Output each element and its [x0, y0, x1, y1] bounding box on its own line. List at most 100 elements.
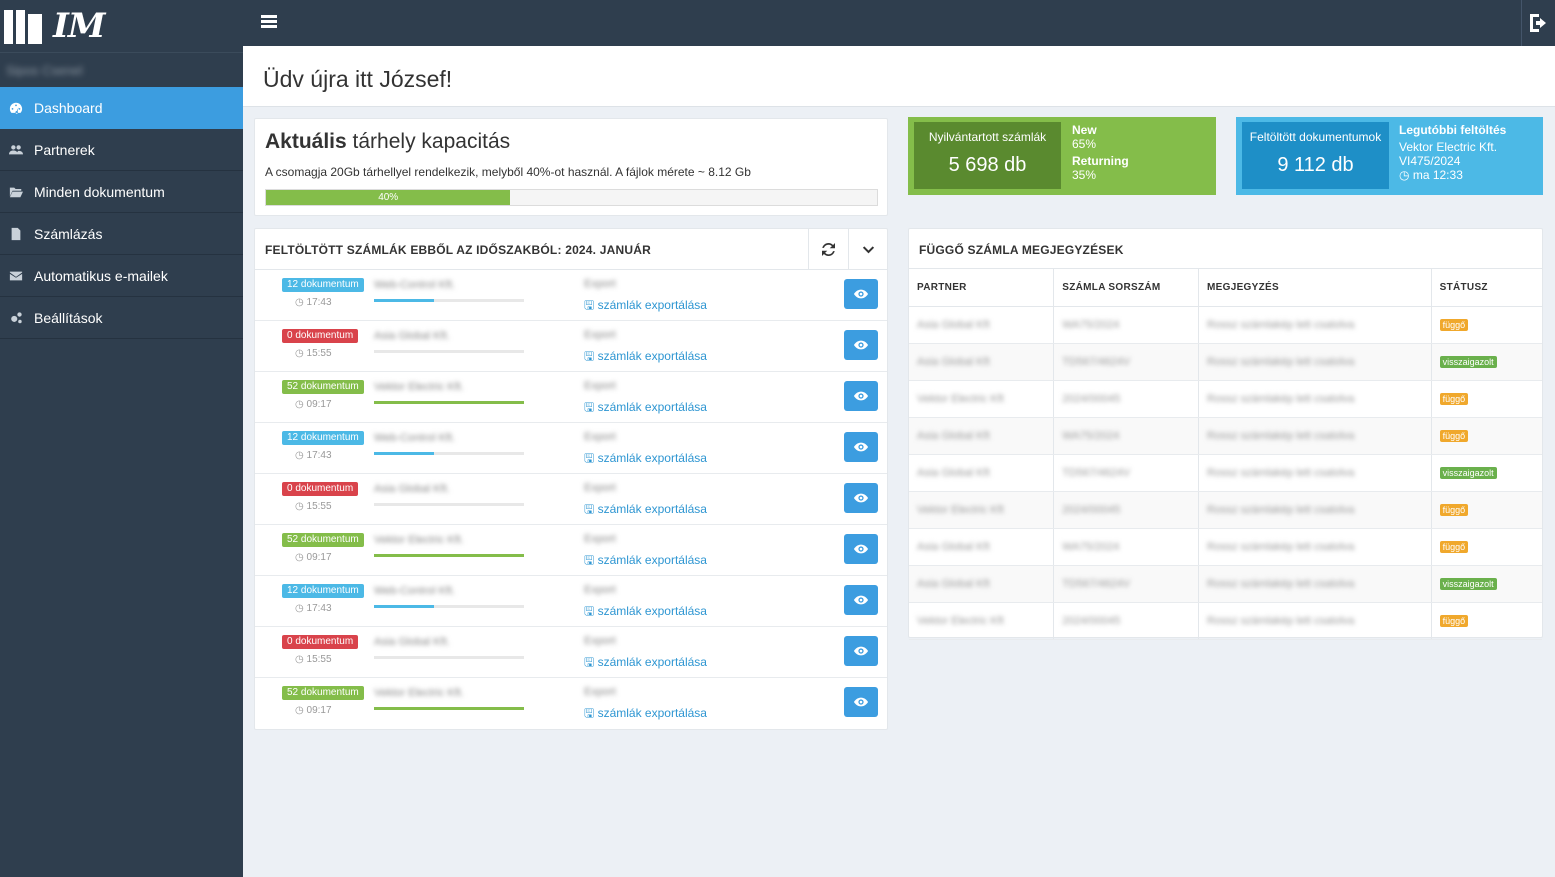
cogs-icon: [9, 311, 23, 324]
export-invoices-link[interactable]: 🖫 számlák exportálása: [584, 500, 707, 521]
sidebar-item-automatikus-e-mailek[interactable]: Automatikus e-mailek: [0, 255, 243, 297]
dashboard-icon: [9, 102, 23, 114]
invoice-number-cell: TD567/4624V: [1062, 355, 1131, 368]
document-count-badge: 52 dokumentum: [282, 380, 364, 394]
view-button[interactable]: [844, 483, 878, 513]
folder-open-icon: [9, 186, 23, 198]
export-invoices-link[interactable]: 🖫 számlák exportálása: [584, 347, 707, 368]
refresh-button[interactable]: [808, 229, 848, 269]
sidebar-item-minden-dokumentum[interactable]: Minden dokumentum: [0, 171, 243, 213]
table-row[interactable]: Vektor Electric Kft 2024/00045 Rossz száml…: [909, 602, 1542, 640]
export-invoices-link[interactable]: 🖫 számlák exportálása: [584, 602, 707, 623]
company-name: Web-Control Kft.: [374, 585, 456, 597]
view-button[interactable]: [844, 687, 878, 717]
status-badge: függő: [1439, 429, 1469, 442]
partner-cell: Asia Global Kft: [917, 429, 990, 442]
storage-title: Aktuális tárhely kapacitás: [265, 130, 511, 153]
sidebar-item-label: Minden dokumentum: [34, 183, 165, 200]
file-text-icon: [9, 227, 23, 240]
latest-upload-time: ma 12:33: [1412, 168, 1463, 182]
collapse-button[interactable]: [848, 229, 888, 269]
table-row[interactable]: Asia Global Kft WA75/2024 Rossz számlakép …: [909, 528, 1542, 566]
latest-upload-ref: VI475/2024: [1399, 154, 1461, 168]
clock-icon: ◷: [295, 348, 304, 359]
export-invoices-link[interactable]: 🖫 számlák exportálása: [584, 296, 707, 317]
save-icon: 🖫: [584, 451, 595, 465]
sidebar: IM Sipos Csenel Dashboard Partnerek Minden…: [0, 0, 243, 877]
partner-cell: Asia Global Kft: [917, 540, 990, 553]
menu-toggle-icon[interactable]: [261, 15, 277, 29]
note-cell: Rossz számlakép lett csatolva: [1207, 429, 1355, 442]
logo-text: IM: [53, 6, 106, 46]
clock-icon: ◷: [295, 450, 304, 461]
export-invoices-link[interactable]: 🖫 számlák exportálása: [584, 653, 707, 674]
document-count-badge: 12 dokumentum: [282, 431, 364, 445]
export-label: Export: [584, 380, 616, 392]
export-invoices-link[interactable]: 🖫 számlák exportálása: [584, 398, 707, 419]
column-header: PARTNER: [909, 269, 1055, 307]
view-button[interactable]: [844, 330, 878, 360]
sidebar-item-label: Számlázás: [34, 225, 103, 242]
storage-description: A csomagja 20Gb tárhellyel rendelkezik, …: [265, 165, 751, 179]
note-cell: Rossz számlakép lett csatolva: [1207, 355, 1355, 368]
logout-icon[interactable]: [1521, 0, 1555, 46]
view-button[interactable]: [844, 585, 878, 615]
partner-cell: Asia Global Kft: [917, 355, 990, 368]
clock-icon: ◷: [295, 297, 304, 308]
sidebar-item-dashboard[interactable]: Dashboard: [0, 87, 243, 129]
export-invoices-link[interactable]: 🖫 számlák exportálása: [584, 704, 707, 725]
invoices-stat-value: 5 698 db: [948, 154, 1027, 176]
export-label: Export: [584, 635, 616, 647]
save-icon: 🖫: [584, 655, 595, 669]
upload-progress-bar: [374, 656, 524, 659]
invoices-stat-label: Nyilvántartott számlák: [928, 130, 1047, 144]
eye-icon: [854, 646, 868, 656]
upload-time: ◷ 17:43: [295, 297, 332, 308]
status-badge: függő: [1439, 392, 1469, 405]
clock-icon: ◷: [1399, 168, 1410, 182]
upload-time: ◷ 15:55: [295, 654, 332, 665]
logo-mark: [4, 8, 45, 44]
company-name: Asia Global Kft.: [374, 483, 450, 495]
table-row[interactable]: Vektor Electric Kft 2024/00045 Rossz száml…: [909, 380, 1542, 418]
table-row[interactable]: Vektor Electric Kft 2024/00045 Rossz száml…: [909, 491, 1542, 529]
company-name: Asia Global Kft.: [374, 330, 450, 342]
sidebar-item-label: Automatikus e-mailek: [34, 267, 168, 284]
sidebar-item-partnerek[interactable]: Partnerek: [0, 129, 243, 171]
clock-icon: ◷: [295, 501, 304, 512]
table-row[interactable]: Asia Global Kft TD567/4624V Rossz számlaké…: [909, 565, 1542, 603]
latest-upload-company: Vektor Electric Kft.: [1399, 140, 1498, 154]
invoice-number-cell: 2024/00045: [1062, 614, 1121, 627]
refresh-icon: [822, 242, 835, 256]
top-navbar: [243, 0, 1555, 46]
sidebar-item-label: Beállítások: [34, 309, 103, 326]
export-label: Export: [584, 431, 616, 443]
export-invoices-link[interactable]: 🖫 számlák exportálása: [584, 449, 707, 470]
eye-icon: [854, 697, 868, 707]
clock-icon: ◷: [295, 399, 304, 410]
table-row[interactable]: Asia Global Kft TD567/4624V Rossz számlaké…: [909, 454, 1542, 492]
column-header: STÁTUSZ: [1431, 269, 1542, 307]
sidebar-item-label: Partnerek: [34, 141, 95, 158]
table-row[interactable]: Asia Global Kft WA75/2024 Rossz számlakép …: [909, 306, 1542, 344]
export-invoices-link[interactable]: 🖫 számlák exportálása: [584, 551, 707, 572]
view-button[interactable]: [844, 636, 878, 666]
view-button[interactable]: [844, 432, 878, 462]
sidebar-item-be-ll-t-sok[interactable]: Beállítások: [0, 297, 243, 339]
invoice-number-cell: WA75/2024: [1062, 429, 1120, 442]
status-badge: visszaigazolt: [1439, 577, 1497, 590]
save-icon: 🖫: [584, 349, 595, 363]
latest-upload-time-row: ◷ ma 12:33: [1399, 168, 1506, 182]
note-cell: Rossz számlakép lett csatolva: [1207, 318, 1355, 331]
app-logo[interactable]: IM: [0, 0, 243, 53]
view-button[interactable]: [844, 381, 878, 411]
table-row[interactable]: Asia Global Kft TD567/4624V Rossz számlaké…: [909, 343, 1542, 381]
upload-progress-bar: [374, 401, 524, 404]
sidebar-item-sz-ml-z-s[interactable]: Számlázás: [0, 213, 243, 255]
view-button[interactable]: [844, 279, 878, 309]
invoice-number-cell: 2024/00045: [1062, 503, 1121, 516]
upload-time: ◷ 17:43: [295, 603, 332, 614]
view-button[interactable]: [844, 534, 878, 564]
invoice-number-cell: WA75/2024: [1062, 540, 1120, 553]
table-row[interactable]: Asia Global Kft WA75/2024 Rossz számlakép …: [909, 417, 1542, 455]
